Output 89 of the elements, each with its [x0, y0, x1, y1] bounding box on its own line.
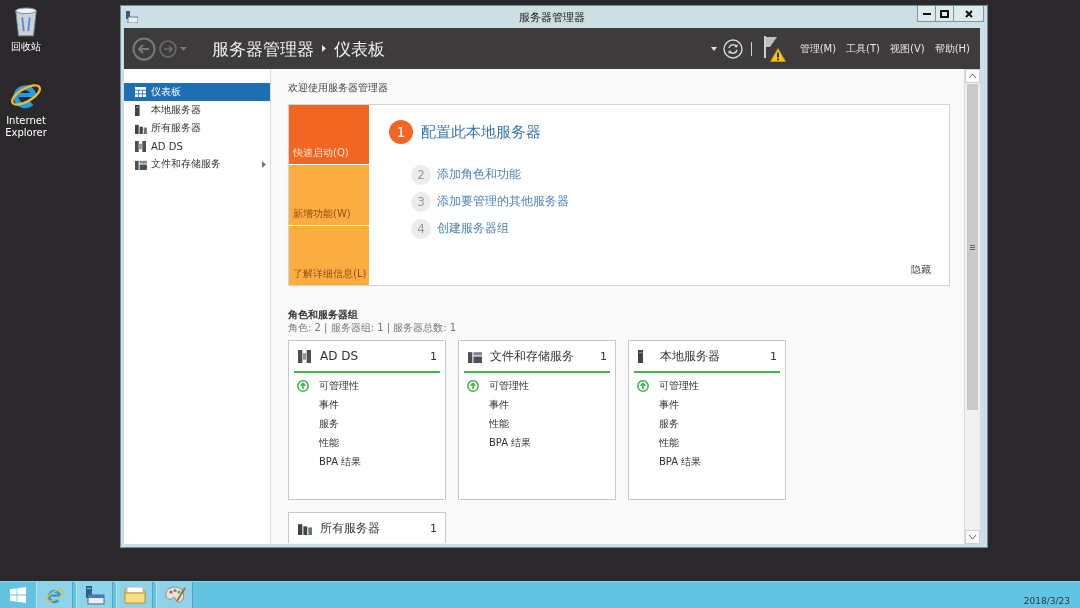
desktop-shortcut[interactable]: 回收站	[1, 5, 51, 53]
sidebar-item[interactable]: 所有服务器	[124, 119, 270, 137]
sidebar-item[interactable]: 本地服务器	[124, 101, 270, 119]
close-icon	[964, 9, 973, 18]
refresh-icon	[722, 38, 743, 59]
menu-item[interactable]: 帮助(H)	[930, 38, 974, 59]
flag-icon	[763, 35, 778, 58]
tile-title[interactable]: AD DS	[320, 349, 359, 363]
minimize-icon	[922, 12, 931, 15]
tile-link[interactable]: BPA 结果	[319, 454, 362, 469]
forward-button[interactable]	[159, 39, 177, 58]
scroll-thumb[interactable]	[967, 84, 978, 410]
menu-item[interactable]: 工具(T)	[842, 38, 884, 59]
grip-icon	[970, 244, 975, 250]
step-link[interactable]: 添加角色和功能	[437, 166, 521, 183]
tile-title[interactable]: 本地服务器	[660, 347, 720, 365]
tile-link[interactable]: 事件	[319, 397, 339, 412]
storage-icon	[468, 349, 483, 363]
storage-icon	[135, 158, 147, 170]
caret-up-icon	[969, 74, 976, 78]
step-link[interactable]: 配置此本地服务器	[421, 122, 541, 142]
caret-icon	[710, 46, 717, 51]
scroll-down-button[interactable]	[965, 530, 980, 544]
back-button[interactable]	[132, 36, 156, 61]
desktop-shortcut[interactable]: Internet Explorer	[1, 79, 51, 139]
caret-down-icon	[969, 535, 976, 539]
taskbar-date: 2018/3/23	[1023, 596, 1070, 606]
tile-count: 1	[430, 349, 437, 363]
tile-link[interactable]: 事件	[659, 397, 679, 412]
caret-icon	[180, 46, 187, 51]
sidebar-item[interactable]: AD DS	[124, 137, 270, 155]
server-icon	[638, 349, 644, 363]
scrollbar[interactable]	[964, 69, 980, 544]
scroll-up-button[interactable]	[965, 69, 980, 83]
palette-icon	[163, 585, 186, 605]
tile-link[interactable]: 可管理性	[489, 378, 529, 393]
taskbar-app-button[interactable]	[156, 582, 193, 608]
servers-icon	[135, 122, 147, 134]
server-window-icon	[126, 11, 138, 23]
hide-link[interactable]: 隐藏	[911, 263, 931, 277]
step-number: 3	[411, 191, 431, 212]
tile-link[interactable]: 性能	[659, 435, 679, 450]
tile-title[interactable]: 文件和存储服务	[490, 347, 574, 365]
step-number: 2	[411, 164, 431, 185]
tile-title[interactable]: 所有服务器	[320, 519, 380, 537]
breadcrumb-separator-icon	[322, 45, 326, 52]
maximize-icon	[940, 9, 949, 18]
menu-item[interactable]: 视图(V)	[886, 38, 929, 59]
step-number: 1	[389, 120, 413, 144]
history-dropdown[interactable]	[180, 46, 187, 51]
step-number: 4	[411, 218, 431, 239]
section-title: 角色和服务器组	[288, 308, 359, 321]
server-icon	[135, 104, 140, 116]
step-link[interactable]: 创建服务器组	[437, 220, 509, 237]
close-button[interactable]	[953, 6, 984, 22]
tile-link[interactable]: 性能	[319, 435, 339, 450]
dashboard-icon	[135, 86, 146, 98]
directory-servers-icon	[135, 140, 146, 152]
folder-icon	[123, 586, 146, 604]
notifications-button[interactable]	[761, 35, 786, 62]
tile-link[interactable]: BPA 结果	[659, 454, 702, 469]
tile-count: 1	[600, 349, 607, 363]
tile-link[interactable]: BPA 结果	[489, 435, 532, 450]
server-window-icon	[84, 585, 105, 605]
menu-item[interactable]: 管理(M)	[795, 38, 841, 59]
welcome-heading: 欢迎使用服务器管理器	[288, 81, 389, 95]
taskbar-app-button[interactable]	[116, 582, 153, 608]
tile-link[interactable]: 可管理性	[319, 378, 359, 393]
window-title: 服务器管理器	[519, 9, 585, 25]
refresh-button[interactable]	[722, 38, 743, 59]
tile-link[interactable]: 服务	[659, 416, 679, 431]
tile-link[interactable]: 事件	[489, 397, 509, 412]
breadcrumb-item[interactable]: 服务器管理器	[212, 37, 314, 60]
tile-count: 1	[770, 349, 777, 363]
tile-count: 1	[430, 521, 437, 535]
taskbar-app-button[interactable]	[76, 582, 113, 608]
sidebar-item[interactable]: 仪表板	[124, 83, 270, 101]
dropdown-button[interactable]	[710, 46, 717, 51]
recycle-bin-icon	[13, 5, 39, 37]
step-link[interactable]: 添加要管理的其他服务器	[437, 193, 569, 210]
tile-link[interactable]: 可管理性	[659, 378, 699, 393]
servers-icon	[298, 521, 313, 535]
tile-link[interactable]: 服务	[319, 416, 339, 431]
sidebar-item[interactable]: 文件和存储服务	[124, 155, 270, 173]
windows-logo-icon	[10, 587, 26, 603]
breadcrumb-item: 仪表板	[334, 37, 385, 60]
directory-servers-icon	[298, 349, 311, 363]
section-summary: 角色: 2 | 服务器组: 1 | 服务器总数: 1	[288, 321, 458, 334]
tile-link[interactable]: 性能	[489, 416, 509, 431]
